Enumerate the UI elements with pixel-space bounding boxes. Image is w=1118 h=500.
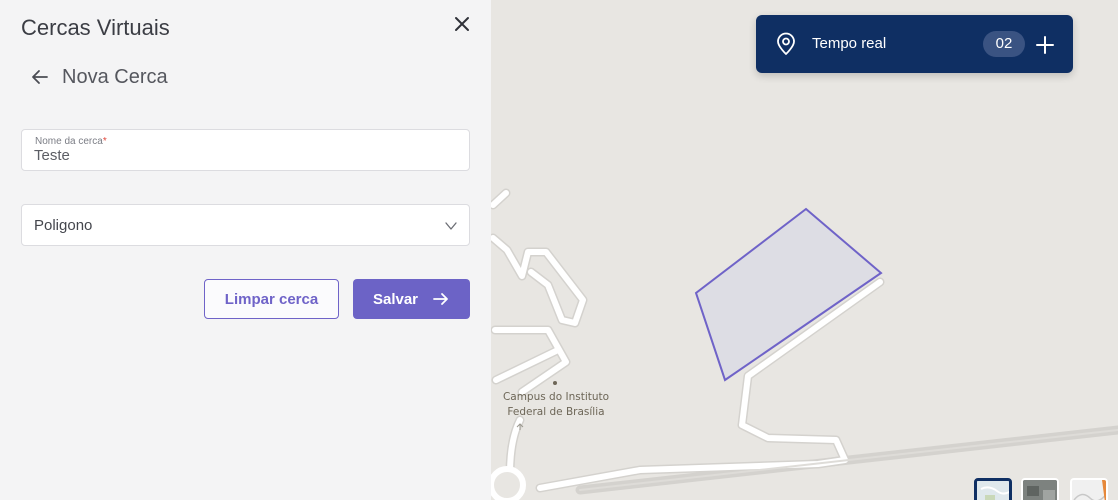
close-icon [455,17,469,31]
close-button[interactable] [448,10,476,38]
fence-name-input[interactable] [34,147,454,164]
map-layer-icon [977,481,1009,500]
realtime-count-badge: 02 [983,31,1025,57]
required-mark: * [102,136,107,147]
plus-icon[interactable] [1034,34,1056,56]
fence-name-label: Nome da cerca* [35,136,107,147]
clear-fence-button[interactable]: Limpar cerca [204,279,339,319]
poi-label: Campus do Instituto Federal de Brasília [502,391,610,418]
fence-type-select[interactable]: Poligono [21,204,470,246]
terrain-layer-icon [1072,480,1106,500]
panel-title: Cercas Virtuais [21,15,170,40]
realtime-card[interactable]: Tempo real 02 [756,15,1073,73]
back-button[interactable]: Nova Cerca [30,64,168,90]
clear-fence-label: Limpar cerca [224,290,319,308]
arrow-left-icon [32,70,48,84]
satellite-layer-icon [1023,480,1057,500]
page-subtitle: Nova Cerca [62,65,168,88]
arrow-right-icon [433,293,448,305]
fence-name-field[interactable]: Nome da cerca* [21,129,470,171]
realtime-label: Tempo real [812,35,887,52]
save-button[interactable]: Salvar [353,279,470,319]
map-layer-thumbnail[interactable] [974,478,1012,500]
fence-polygon [694,207,883,382]
terrain-layer-thumbnail[interactable] [1070,478,1108,500]
fence-type-value: Poligono [34,217,93,234]
save-label: Salvar [372,290,419,308]
fence-panel: Cercas Virtuais Nova Cerca Nome da cerca… [0,0,491,500]
location-pin-icon [777,32,795,55]
chevron-down-icon [445,222,457,230]
satellite-layer-thumbnail[interactable] [1021,478,1059,500]
